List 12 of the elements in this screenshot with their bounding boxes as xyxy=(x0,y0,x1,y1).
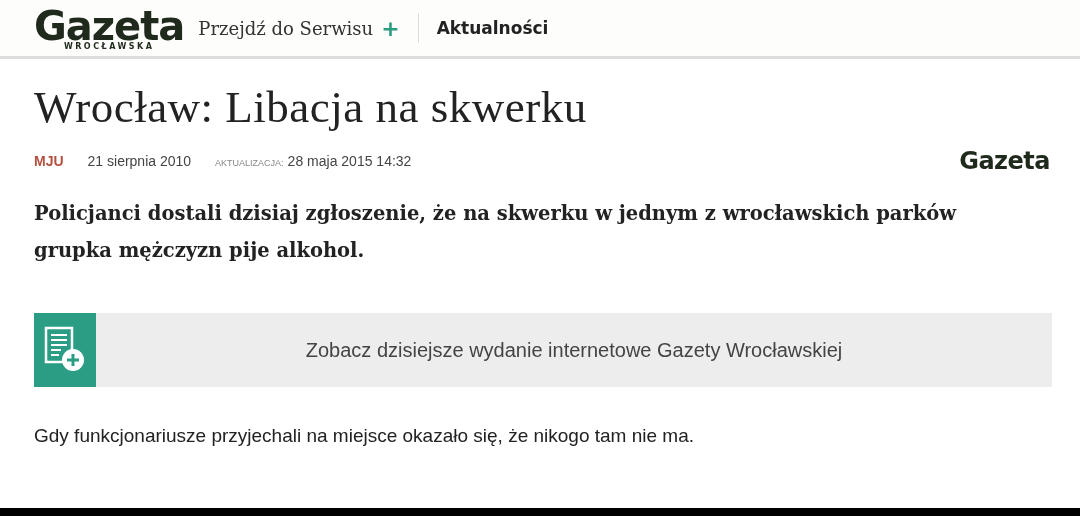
service-link[interactable]: Przejdź do Serwisu xyxy=(198,17,374,39)
publish-date: 21 sierpnia 2010 xyxy=(87,153,192,169)
source-logo[interactable]: Gazeta xyxy=(959,149,1050,173)
author[interactable]: MJU xyxy=(34,153,64,169)
promo-banner[interactable]: Zobacz dzisiejsze wydanie internetowe Gazety Wrocławskiej xyxy=(34,313,1052,387)
article-body: Gdy funkcjonariusze przyjechali na miejsce okazało się, że nikogo tam nie ma. xyxy=(34,425,696,447)
updated-date: 28 maja 2015 14:32 xyxy=(287,153,412,169)
document-plus-icon xyxy=(34,313,96,387)
section-link[interactable]: Aktualności xyxy=(436,18,549,38)
article-lead: Policjanci dostali dzisiaj zgłoszenie, że na skwerku w jednym z wrocławskich parków grupka mężczyzn pije alkohol. xyxy=(34,201,958,264)
article-title: Wrocław: Libacja na skwerku xyxy=(34,81,588,133)
updated-label: AKTUALIZACJA: xyxy=(215,158,284,168)
